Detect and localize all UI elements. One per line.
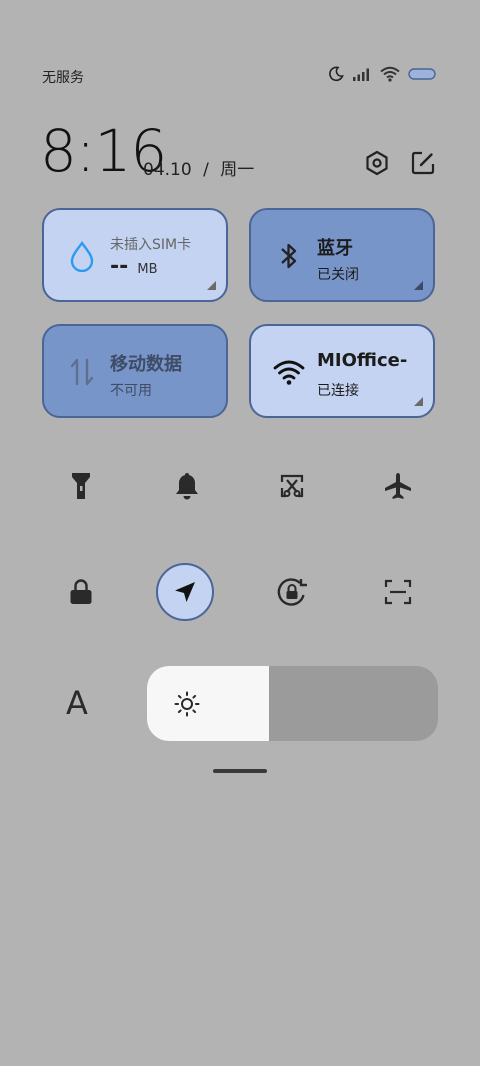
- flashlight-icon: [72, 473, 90, 499]
- mobile-data-arrows-icon: [66, 356, 98, 388]
- data-usage-amount: -- MB: [110, 254, 158, 279]
- lock-screen-toggle[interactable]: [59, 570, 103, 614]
- settings-button[interactable]: [362, 148, 392, 178]
- battery-icon: [408, 68, 436, 80]
- panel-drag-handle[interactable]: [213, 769, 267, 773]
- brightness-slider[interactable]: [147, 666, 438, 741]
- signal-icon: [353, 68, 369, 81]
- edit-icon: [411, 151, 435, 175]
- droplet-icon: [66, 240, 98, 272]
- screenshot-scissors-icon: [280, 474, 304, 498]
- tile-expand-corner: [207, 281, 216, 290]
- tile-expand-corner: [414, 397, 423, 406]
- date-separator: /: [203, 160, 209, 180]
- bluetooth-icon: [273, 240, 305, 272]
- edit-button[interactable]: [408, 148, 438, 178]
- date-text: 04.10: [143, 160, 192, 180]
- wifi-title: MIOffice-: [317, 350, 408, 371]
- settings-icon: [366, 150, 388, 176]
- flashlight-toggle[interactable]: [59, 464, 103, 508]
- bluetooth-tile[interactable]: 蓝牙 已关闭: [249, 208, 435, 302]
- data-usage-unit: MB: [137, 262, 158, 277]
- screenshot-toggle[interactable]: [270, 464, 314, 508]
- mobile-data-status: 不可用: [110, 383, 152, 399]
- airplane-icon: [385, 473, 411, 499]
- wifi-tile-icon: [273, 356, 305, 388]
- data-usage-tile[interactable]: 未插入SIM卡 -- MB: [42, 208, 228, 302]
- rotation-lock-icon: [277, 578, 307, 606]
- wifi-status: 已连接: [317, 383, 359, 399]
- brightness-slider-fill: [147, 666, 270, 741]
- carrier-status: 无服务: [42, 70, 84, 86]
- scan-icon: [384, 579, 412, 605]
- location-icon: [175, 582, 195, 602]
- weekday-text: 周一: [220, 160, 255, 180]
- rotation-lock-toggle[interactable]: [270, 570, 314, 614]
- location-toggle[interactable]: [156, 563, 214, 621]
- date-line: 04.10 / 周一: [143, 155, 260, 180]
- lock-icon: [70, 579, 92, 604]
- sun-icon: [174, 691, 200, 717]
- wifi-icon: [380, 66, 400, 82]
- bluetooth-title: 蓝牙: [317, 238, 353, 259]
- sound-toggle[interactable]: [165, 464, 209, 508]
- status-icons: [328, 66, 436, 82]
- bluetooth-status: 已关闭: [317, 267, 359, 283]
- mobile-data-tile[interactable]: 移动数据 不可用: [42, 324, 228, 418]
- auto-brightness-button[interactable]: A: [66, 684, 88, 722]
- scanner-toggle[interactable]: [376, 570, 420, 614]
- control-center: 无服务 8:16 04.10 / 周一 未插入SIM卡 -- MB 蓝牙 已关闭…: [0, 0, 480, 1066]
- wifi-tile[interactable]: MIOffice- 已连接: [249, 324, 435, 418]
- airplane-toggle[interactable]: [376, 464, 420, 508]
- bell-icon: [176, 473, 198, 500]
- data-usage-value: --: [110, 254, 129, 279]
- moon-icon: [329, 66, 344, 82]
- mobile-data-title: 移动数据: [110, 354, 182, 375]
- tile-expand-corner: [414, 281, 423, 290]
- data-usage-title: 未插入SIM卡: [110, 237, 192, 253]
